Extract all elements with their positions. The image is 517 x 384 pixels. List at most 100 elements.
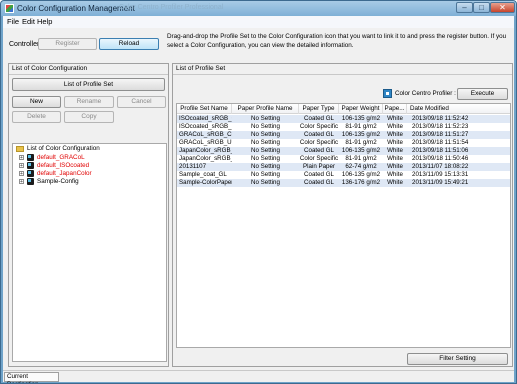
paper-weight-cell: 106-135 g/m2 xyxy=(341,131,381,138)
divider xyxy=(9,74,168,75)
filter-setting-button[interactable]: Filter Setting xyxy=(407,353,508,365)
date-modified-cell: 2013/09/18 11:52:42 xyxy=(412,115,469,122)
paper-color-cell: White xyxy=(387,147,403,154)
profile-set-table[interactable]: Profile Set Name Paper Profile Name Pape… xyxy=(176,103,511,348)
menu-file[interactable]: File xyxy=(7,17,19,26)
paper-profile-name-cell: No Setting xyxy=(251,147,280,154)
date-modified-cell: 2013/09/18 11:51:06 xyxy=(412,147,469,154)
paper-color-cell: White xyxy=(387,139,403,146)
column-header-paper-profile-name[interactable]: Paper Profile Name xyxy=(232,104,299,114)
paper-color-cell: White xyxy=(387,123,403,130)
column-header-paper-color[interactable]: Pape... xyxy=(383,104,407,114)
status-bar: Current Destination xyxy=(3,370,514,383)
date-modified-cell: 2013/09/18 11:50:46 xyxy=(412,155,469,162)
table-row[interactable]: Sample-ColorPaper No Setting Coated GL 136-… xyxy=(177,179,510,187)
paper-color-cell: White xyxy=(387,163,403,170)
profile-set-name-cell: Sample_coat_GL xyxy=(179,171,227,178)
divider xyxy=(173,74,512,75)
paper-weight-cell: 81-91 g/m2 xyxy=(345,139,377,146)
tree-item-label: Sample-Config xyxy=(37,178,79,185)
tree-item-label: default_ISOcoated xyxy=(37,162,90,169)
tree-root-label: List of Color Configuration xyxy=(27,145,100,152)
date-modified-cell: 2013/09/18 11:51:27 xyxy=(412,131,469,138)
register-button[interactable]: Register xyxy=(38,38,97,50)
table-row[interactable]: Sample_coat_GL No Setting Coated GL 106-135… xyxy=(177,171,510,179)
column-header-date-modified[interactable]: Date Modified xyxy=(407,104,510,114)
configuration-icon xyxy=(27,170,34,177)
rename-button[interactable]: Rename xyxy=(64,96,114,108)
copy-button[interactable]: Copy xyxy=(64,111,114,123)
paper-profile-name-cell: No Setting xyxy=(251,163,280,170)
client-area: File Edit Help Controller Register Reloa… xyxy=(3,16,514,383)
execute-button[interactable]: Execute xyxy=(457,88,508,100)
paper-profile-name-cell: No Setting xyxy=(251,179,280,186)
configuration-icon xyxy=(27,154,34,161)
window-ghost-title: Color Centro Profiler Professional xyxy=(119,4,224,11)
paper-type-cell: Coated GL xyxy=(304,179,334,186)
instruction-text: Drag-and-drop the Profile Set to the Col… xyxy=(167,33,507,49)
column-header-profile-set-name[interactable]: Profile Set Name xyxy=(177,104,232,114)
paper-type-cell: Coated GL xyxy=(304,115,334,122)
tree-item-label: default_GRACoL xyxy=(37,154,85,161)
paper-type-cell: Coated GL xyxy=(304,171,334,178)
paper-profile-name-cell: No Setting xyxy=(251,131,280,138)
delete-button[interactable]: Delete xyxy=(12,111,61,123)
maximize-button[interactable]: □ xyxy=(473,2,490,13)
color-configuration-panel-title: List of Color Configuration xyxy=(12,65,88,72)
reload-button[interactable]: Reload xyxy=(99,38,159,50)
tree-root[interactable]: List of Color Configuration xyxy=(13,145,163,153)
paper-weight-cell: 106-135 g/m2 xyxy=(341,115,381,122)
profile-set-panel: List of Profile Set Color Centro Profile… xyxy=(172,63,513,367)
date-modified-cell: 2013/11/09 15:13:31 xyxy=(412,171,469,178)
expand-icon[interactable]: + xyxy=(19,163,24,169)
column-header-paper-weight[interactable]: Paper Weight xyxy=(339,104,383,114)
profile-set-name-cell: ISOcoated_sRGB_U... xyxy=(179,123,232,130)
table-row[interactable]: GRACoL_sRGB_UN... No Setting Color Specifi… xyxy=(177,139,510,147)
tree-item-default-gracol[interactable]: + default_GRACoL xyxy=(13,154,163,162)
paper-type-cell: Color Specific xyxy=(299,155,339,162)
paper-weight-cell: 62-74 g/m2 xyxy=(345,163,377,170)
table-row[interactable]: ISOcoated_sRGB_C... No Setting Coated GL 10… xyxy=(177,115,510,123)
main-window: Color Configuration Management Color Cen… xyxy=(0,0,517,384)
date-modified-cell: 2013/09/18 11:52:23 xyxy=(412,123,469,130)
date-modified-cell: 2013/09/18 11:51:54 xyxy=(412,139,469,146)
configuration-tree[interactable]: List of Color Configuration + default_GR… xyxy=(12,143,167,362)
new-button[interactable]: New xyxy=(12,96,61,108)
list-of-profile-set-button[interactable]: List of Profile Set xyxy=(12,78,165,91)
paper-weight-cell: 106-135 g/m2 xyxy=(341,147,381,154)
profile-set-panel-title: List of Profile Set xyxy=(176,65,226,72)
paper-color-cell: White xyxy=(387,171,403,178)
menu-bar: File Edit Help xyxy=(3,16,514,28)
profile-set-name-cell: GRACoL_sRGB_CO... xyxy=(179,131,232,138)
table-row[interactable]: JapanColor_sRGB_... No Setting Color Speci… xyxy=(177,155,510,163)
cancel-button[interactable]: Cancel xyxy=(117,96,166,108)
expand-icon[interactable]: + xyxy=(19,171,24,177)
tree-item-default-isocoated[interactable]: + default_ISOcoated xyxy=(13,162,163,170)
table-row[interactable]: GRACoL_sRGB_CO... No Setting Coated GL 106-… xyxy=(177,131,510,139)
paper-weight-cell: 81-91 g/m2 xyxy=(345,123,377,130)
paper-weight-cell: 81-91 g/m2 xyxy=(345,155,377,162)
profile-set-name-cell: JapanColor_sRGB_... xyxy=(179,155,232,162)
menu-help[interactable]: Help xyxy=(37,17,52,26)
table-row[interactable]: JapanColor_sRGB_... No Setting Coated GL 10… xyxy=(177,147,510,155)
column-header-paper-type[interactable]: Paper Type xyxy=(299,104,339,114)
menu-edit[interactable]: Edit xyxy=(22,17,35,26)
paper-profile-name-cell: No Setting xyxy=(251,123,280,130)
table-row[interactable]: 20131107 No Setting Plain Paper 62-74 g/m2 W… xyxy=(177,163,510,171)
paper-weight-cell: 106-135 g/m2 xyxy=(341,171,381,178)
paper-type-cell: Coated GL xyxy=(304,131,334,138)
color-centro-icon xyxy=(383,89,392,98)
minimize-button[interactable]: – xyxy=(456,2,473,13)
close-button[interactable]: ✕ xyxy=(490,2,515,13)
expand-icon[interactable]: + xyxy=(19,155,24,161)
expand-icon[interactable]: + xyxy=(19,179,24,185)
tree-item-default-japancolor[interactable]: + default_JapanColor xyxy=(13,170,163,178)
paper-type-cell: Coated GL xyxy=(304,147,334,154)
app-icon xyxy=(5,4,14,13)
table-row[interactable]: ISOcoated_sRGB_U... No Setting Color Speci… xyxy=(177,123,510,131)
paper-type-cell: Color Specific xyxy=(299,139,339,146)
tree-item-sample-config[interactable]: + Sample-Config xyxy=(13,178,163,186)
paper-color-cell: White xyxy=(387,179,403,186)
paper-color-cell: White xyxy=(387,115,403,122)
title-bar[interactable]: Color Configuration Management Color Cen… xyxy=(1,1,516,16)
